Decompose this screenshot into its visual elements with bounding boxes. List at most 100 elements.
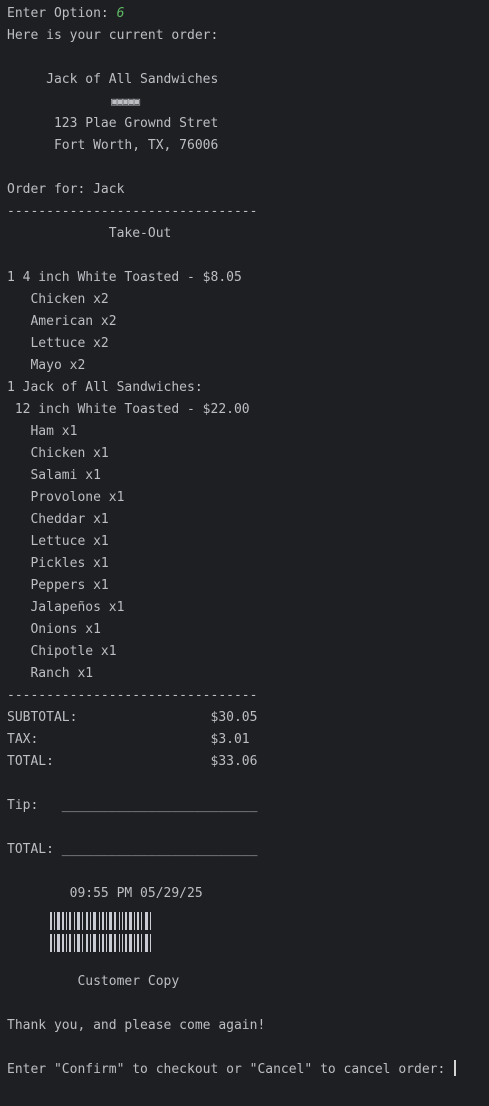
barcode-bar: [62, 912, 64, 930]
checkout-prompt-line: Enter "Confirm" to checkout or "Cancel" …: [7, 1059, 489, 1081]
barcode-bar: [66, 912, 67, 930]
barcode-bar: [93, 912, 96, 930]
store-address-line2: Fort Worth, TX, 76006: [7, 138, 219, 153]
barcode-bar: [99, 912, 100, 930]
item-line: 1 Jack of All Sandwiches:: [7, 380, 203, 395]
barcode-icon: [50, 912, 151, 952]
barcode-bar: [134, 934, 135, 952]
topping-line: Peppers x1: [7, 578, 109, 593]
barcode-bar: [54, 934, 55, 952]
store-logo-glyphs: ▣▣▣▣▣: [7, 91, 489, 113]
option-prompt-line: Enter Option: 6: [7, 3, 489, 25]
order-header: Here is your current order:: [7, 28, 219, 43]
barcode-bar: [57, 912, 60, 930]
topping-line: Chipotle x1: [7, 644, 117, 659]
tax-line: TAX: $3.01: [7, 732, 250, 747]
terminal-input-cursor[interactable]: [454, 1060, 457, 1076]
timestamp: 09:55 PM 05/29/25: [7, 886, 203, 901]
barcode-bar: [122, 912, 123, 930]
tip-line: Tip: _________________________: [7, 798, 258, 813]
subtotal-line: SUBTOTAL: $30.05: [7, 710, 258, 725]
topping-line: Jalapeños x1: [7, 600, 125, 615]
topping-line: Lettuce x2: [7, 336, 109, 351]
barcode-bar: [82, 912, 83, 930]
customer-copy-label: Customer Copy: [7, 974, 180, 989]
barcode-bar: [82, 934, 83, 952]
barcode-bar: [93, 934, 96, 952]
barcode-bar: [114, 934, 116, 952]
barcode-bar: [150, 934, 151, 952]
barcode-bar: [62, 934, 64, 952]
barcode-bar: [129, 912, 132, 930]
topping-line: Cheddar x1: [7, 512, 109, 527]
barcode-bar: [122, 934, 123, 952]
order-for: Order for: Jack: [7, 182, 125, 197]
topping-line: American x2: [7, 314, 117, 329]
topping-line: Salami x1: [7, 468, 101, 483]
barcode-bar: [141, 934, 142, 952]
barcode-bar: [141, 912, 142, 930]
total-signature-line: TOTAL: _________________________: [7, 842, 258, 857]
total-line: TOTAL: $33.06: [7, 754, 258, 769]
barcode-bar: [66, 934, 67, 952]
topping-line: Ranch x1: [7, 666, 94, 681]
barcode-bar: [86, 912, 88, 930]
divider: --------------------------------: [7, 204, 258, 219]
barcode-bar: [114, 912, 116, 930]
barcode-bar: [54, 912, 55, 930]
logo-icon: ▣▣▣▣▣: [111, 95, 140, 108]
barcode-bar: [145, 934, 148, 952]
store-name: Jack of All Sandwiches: [7, 72, 219, 87]
barcode-bar: [134, 912, 135, 930]
barcode-bar: [102, 912, 104, 930]
barcode-bar: [69, 912, 71, 930]
barcode-bar: [69, 934, 71, 952]
barcode-bar: [150, 912, 151, 930]
item-line: 1 4 inch White Toasted - $8.05: [7, 270, 242, 285]
barcode-bar: [102, 934, 104, 952]
barcode-bar: [99, 934, 100, 952]
barcode-bar: [90, 912, 91, 930]
barcode-bar: [74, 934, 75, 952]
topping-line: Chicken x1: [7, 446, 109, 461]
topping-line: Mayo x2: [7, 358, 86, 373]
barcode-bar: [77, 934, 80, 952]
barcode-bar: [77, 912, 80, 930]
barcode-bar: [50, 912, 52, 930]
barcode-bar: [106, 912, 107, 930]
topping-line: Pickles x1: [7, 556, 109, 571]
order-type: Take-Out: [7, 226, 172, 241]
barcode-bar: [125, 934, 127, 952]
barcode-bar: [57, 934, 60, 952]
option-prompt-label: Enter Option:: [7, 6, 117, 21]
terminal-output: Enter Option: 6 Here is your current ord…: [7, 3, 489, 1081]
barcode-bar: [109, 934, 112, 952]
barcode-bar: [137, 912, 139, 930]
topping-line: Lettuce x1: [7, 534, 109, 549]
barcode-bar: [109, 912, 112, 930]
barcode-bar: [50, 934, 52, 952]
barcode-bar: [119, 934, 120, 952]
barcode-bar: [90, 934, 91, 952]
barcode-bar: [129, 934, 132, 952]
topping-line: Chicken x2: [7, 292, 109, 307]
topping-line: Onions x1: [7, 622, 101, 637]
option-input-value: 6: [116, 6, 125, 21]
topping-line: Ham x1: [7, 424, 78, 439]
barcode-bar: [119, 912, 120, 930]
thank-you-message: Thank you, and please come again!: [7, 1018, 266, 1033]
store-address-line1: 123 Plae Grownd Stret: [7, 116, 219, 131]
barcode-bar: [106, 934, 107, 952]
topping-line: Provolone x1: [7, 490, 125, 505]
barcode-bar: [125, 912, 127, 930]
barcode-bar: [74, 912, 75, 930]
barcode-bar: [145, 912, 148, 930]
barcode: [7, 905, 489, 971]
